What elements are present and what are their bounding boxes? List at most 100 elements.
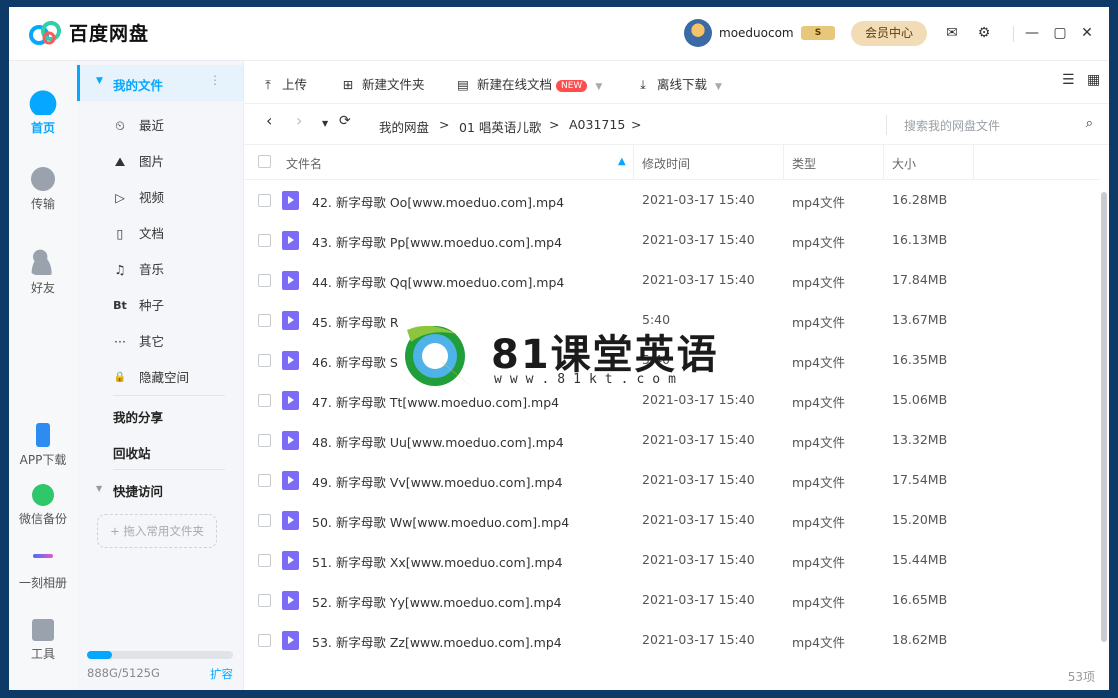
row-checkbox[interactable] (258, 234, 271, 247)
sidebar-item-my-files[interactable]: ▼ 我的文件 ⋮ (77, 65, 243, 101)
column-divider[interactable] (783, 145, 784, 179)
row-checkbox[interactable] (258, 394, 271, 407)
triangle-down-icon[interactable]: ▼ (96, 484, 102, 493)
scrollbar-thumb[interactable] (1101, 192, 1107, 642)
file-name[interactable]: 53. 新字母歌 Zz[www.moeduo.com].mp4 (312, 632, 562, 651)
sidebar-item-hidden-space[interactable]: 🔒 隐藏空间 (77, 363, 243, 393)
vip-badge[interactable]: S (801, 26, 835, 40)
row-checkbox[interactable] (258, 314, 271, 327)
sidebar-item-my-share[interactable]: 我的分享 (113, 407, 163, 426)
breadcrumb-current[interactable]: A031715 (569, 117, 625, 132)
sidebar-item-music[interactable]: ♫ 音乐 (77, 255, 243, 285)
file-name[interactable]: 42. 新字母歌 Oo[www.moeduo.com].mp4 (312, 192, 564, 211)
username[interactable]: moeduocom (719, 26, 794, 40)
search-icon[interactable]: ⌕ (1086, 116, 1093, 131)
sort-icon[interactable]: ☰ (1062, 72, 1075, 88)
triangle-down-icon[interactable]: ▼ (96, 76, 103, 86)
sidebar-item-label: 其它 (139, 334, 165, 349)
rail-item-transfer[interactable]: 传输 (9, 167, 77, 212)
more-icon[interactable]: ⋮ (209, 73, 221, 87)
new-online-doc-button[interactable]: ▤ 新建在线文档 NEW ▼ (455, 74, 602, 93)
back-icon[interactable]: ‹ (266, 111, 272, 130)
sidebar-item-other[interactable]: ··· 其它 (77, 327, 243, 357)
file-name[interactable]: 50. 新字母歌 Ww[www.moeduo.com].mp4 (312, 512, 569, 531)
row-checkbox[interactable] (258, 354, 271, 367)
column-divider[interactable] (633, 145, 634, 179)
scrollbar[interactable] (1099, 180, 1109, 650)
row-checkbox[interactable] (258, 634, 271, 647)
table-row[interactable]: 50. 新字母歌 Ww[www.moeduo.com].mp4 2021-03-1… (244, 500, 1099, 540)
rail-item-friends[interactable]: 好友 (9, 247, 77, 296)
table-row[interactable]: 51. 新字母歌 Xx[www.moeduo.com].mp4 2021-03-1… (244, 540, 1099, 580)
file-name[interactable]: 51. 新字母歌 Xx[www.moeduo.com].mp4 (312, 552, 563, 571)
column-mtime[interactable]: 修改时间 (642, 155, 690, 172)
row-checkbox[interactable] (258, 474, 271, 487)
search-input[interactable]: 搜索我的网盘文件 ⌕ (886, 115, 1097, 135)
table-row[interactable]: 49. 新字母歌 Vv[www.moeduo.com].mp4 2021-03-1… (244, 460, 1099, 500)
row-checkbox[interactable] (258, 434, 271, 447)
file-name[interactable]: 49. 新字母歌 Vv[www.moeduo.com].mp4 (312, 472, 563, 491)
new-folder-button[interactable]: ⊞ 新建文件夹 (340, 74, 425, 93)
row-checkbox[interactable] (258, 274, 271, 287)
table-row[interactable]: 44. 新字母歌 Qq[www.moeduo.com].mp4 2021-03-1… (244, 260, 1099, 300)
expand-storage-link[interactable]: 扩容 (210, 666, 233, 682)
sidebar-item-quick-access[interactable]: 快捷访问 (113, 481, 163, 500)
row-checkbox[interactable] (258, 594, 271, 607)
breadcrumb-root[interactable]: 我的网盘 (379, 117, 429, 136)
gear-icon[interactable]: ⚙ (975, 24, 993, 42)
mail-icon[interactable]: ✉ (943, 24, 961, 42)
table-row[interactable]: 42. 新字母歌 Oo[www.moeduo.com].mp4 2021-03-1… (244, 180, 1099, 220)
file-type: mp4文件 (792, 595, 846, 610)
file-name[interactable]: 43. 新字母歌 Pp[www.moeduo.com].mp4 (312, 232, 562, 251)
file-name[interactable]: 45. 新字母歌 R (312, 312, 399, 331)
column-divider[interactable] (973, 145, 974, 179)
history-dropdown-icon[interactable]: ▼ (322, 119, 328, 128)
table-row[interactable]: 48. 新字母歌 Uu[www.moeduo.com].mp4 2021-03-1… (244, 420, 1099, 460)
tools-icon (32, 619, 54, 641)
rail-item-home[interactable]: 首页 (9, 87, 77, 136)
minimize-icon[interactable]: — (1023, 24, 1041, 42)
sidebar-item-images[interactable]: ⛰ 图片 (77, 147, 243, 177)
offline-download-button[interactable]: ⤓ 离线下载 ▼ (635, 74, 722, 93)
sidebar-item-documents[interactable]: ▯ 文档 (77, 219, 243, 249)
sort-arrow-up-icon[interactable]: ▲ (618, 156, 626, 167)
file-name[interactable]: 46. 新字母歌 S (312, 352, 398, 371)
file-mtime: 2021-03-17 15:40 (642, 232, 755, 247)
file-name[interactable]: 44. 新字母歌 Qq[www.moeduo.com].mp4 (312, 272, 564, 291)
column-size[interactable]: 大小 (892, 155, 916, 172)
upload-button[interactable]: ⤒ 上传 (260, 74, 307, 93)
vip-center-button[interactable]: 会员中心 (851, 21, 927, 46)
chevron-down-icon[interactable]: ▼ (715, 82, 722, 92)
breadcrumb-folder[interactable]: 01 唱英语儿歌 (459, 117, 541, 136)
sidebar-item-recent[interactable]: ⏲ 最近 (77, 111, 243, 141)
row-checkbox[interactable] (258, 514, 271, 527)
file-name[interactable]: 47. 新字母歌 Tt[www.moeduo.com].mp4 (312, 392, 559, 411)
row-checkbox[interactable] (258, 554, 271, 567)
sidebar-item-torrents[interactable]: Bt 种子 (77, 291, 243, 321)
table-row[interactable]: 52. 新字母歌 Yy[www.moeduo.com].mp4 2021-03-1… (244, 580, 1099, 620)
close-icon[interactable]: ✕ (1078, 24, 1096, 42)
forward-icon[interactable]: › (296, 111, 302, 130)
column-type[interactable]: 类型 (792, 155, 816, 172)
chevron-down-icon[interactable]: ▼ (595, 82, 602, 92)
rail-item-wechat-backup[interactable]: 微信备份 (9, 484, 77, 527)
rail-item-album[interactable]: 一刻相册 (9, 546, 77, 591)
refresh-icon[interactable]: ⟳ (339, 113, 351, 129)
select-all-checkbox[interactable] (258, 155, 271, 168)
rail-item-app-download[interactable]: APP下载 (9, 423, 77, 468)
grid-view-icon[interactable]: ▦ (1087, 72, 1100, 88)
avatar[interactable] (684, 19, 712, 47)
table-row[interactable]: 43. 新字母歌 Pp[www.moeduo.com].mp4 2021-03-1… (244, 220, 1099, 260)
row-checkbox[interactable] (258, 194, 271, 207)
sidebar-item-videos[interactable]: ▷ 视频 (77, 183, 243, 213)
file-name[interactable]: 52. 新字母歌 Yy[www.moeduo.com].mp4 (312, 592, 562, 611)
maximize-icon[interactable]: ▢ (1051, 24, 1069, 42)
sidebar-item-recycle-bin[interactable]: 回收站 (113, 443, 151, 462)
file-name[interactable]: 48. 新字母歌 Uu[www.moeduo.com].mp4 (312, 432, 564, 451)
rail-label: 好友 (30, 281, 55, 295)
rail-item-tools[interactable]: 工具 (9, 619, 77, 662)
column-divider[interactable] (883, 145, 884, 179)
column-name[interactable]: 文件名 (286, 155, 322, 172)
table-row[interactable]: 53. 新字母歌 Zz[www.moeduo.com].mp4 2021-03-1… (244, 620, 1099, 660)
quick-access-dropzone[interactable]: + 拖入常用文件夹 (97, 514, 217, 548)
